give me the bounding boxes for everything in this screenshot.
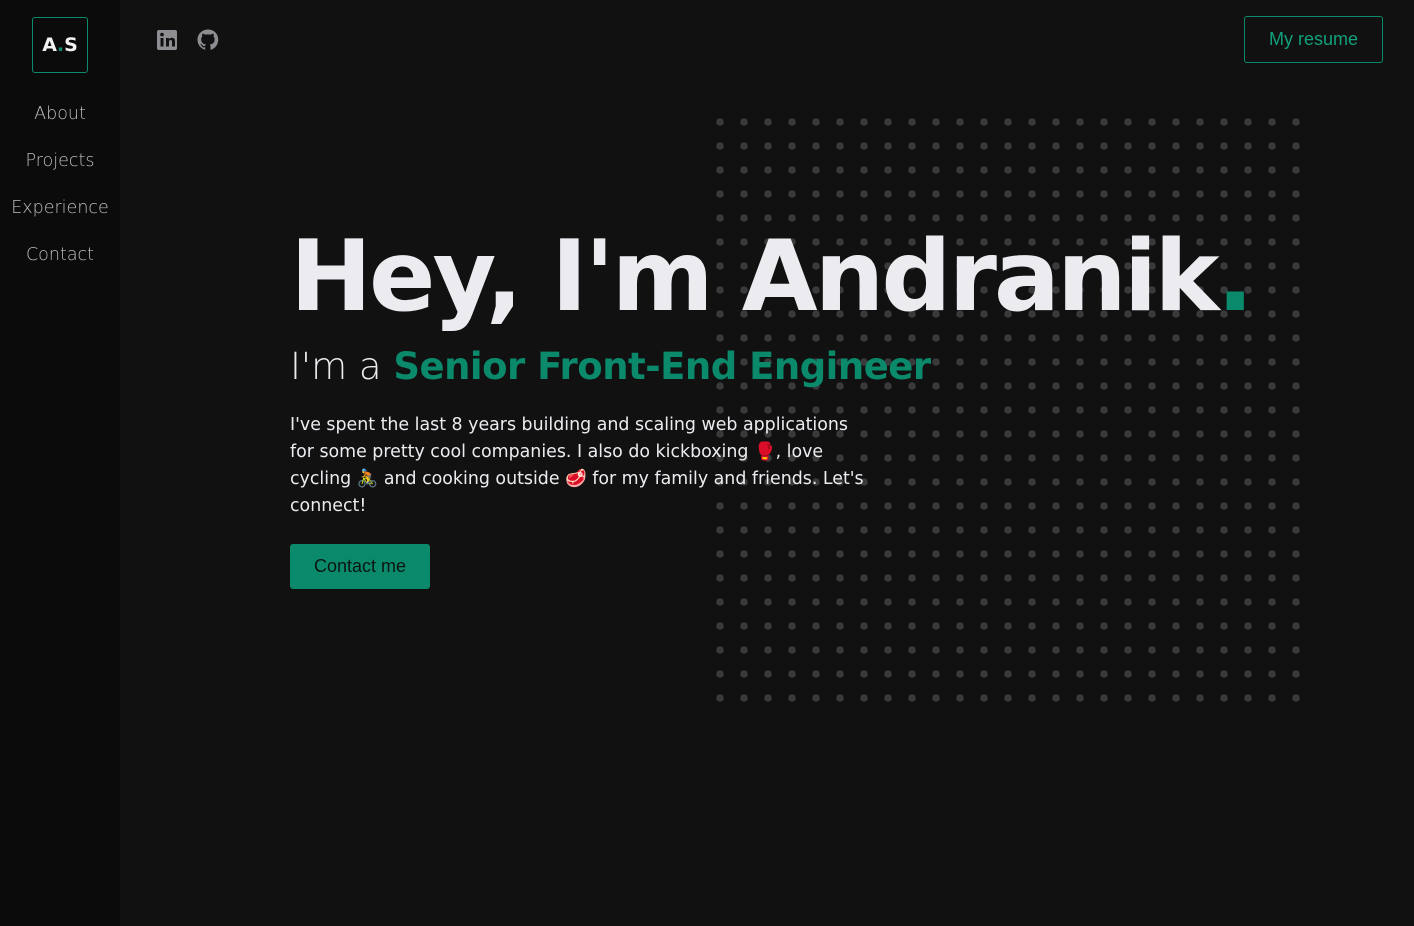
hero-subtitle: I'm a Senior Front-End Engineer (290, 344, 1290, 390)
sidebar: A.S About Projects Experience Contact (0, 0, 120, 926)
nav-item-about[interactable]: About (0, 98, 120, 145)
sidebar-nav: About Projects Experience Contact (0, 98, 120, 286)
linkedin-icon[interactable] (156, 28, 178, 52)
nav-item-contact[interactable]: Contact (0, 239, 120, 286)
hero: Hey, I'm Andranik. I'm a Senior Front-En… (290, 222, 1290, 589)
subtitle-role: Senior Front-End Engineer (393, 345, 931, 388)
logo-letter-right: S (64, 34, 78, 56)
logo-dot: . (56, 34, 65, 56)
github-icon[interactable] (196, 28, 219, 52)
logo-letter-left: A (42, 34, 57, 56)
contact-me-button[interactable]: Contact me (290, 544, 430, 589)
nav-item-projects[interactable]: Projects (0, 145, 120, 192)
hero-heading-period: . (1216, 220, 1254, 334)
logo[interactable]: A.S (32, 17, 88, 73)
hero-heading-text: Hey, I'm Andranik (290, 220, 1220, 334)
hero-heading: Hey, I'm Andranik. (290, 222, 1290, 332)
social-links (156, 28, 219, 52)
hero-bio: I've spent the last 8 years building and… (290, 415, 864, 516)
resume-button[interactable]: My resume (1244, 16, 1383, 63)
subtitle-prefix: I'm a (290, 345, 382, 388)
nav-item-experience[interactable]: Experience (0, 192, 120, 239)
